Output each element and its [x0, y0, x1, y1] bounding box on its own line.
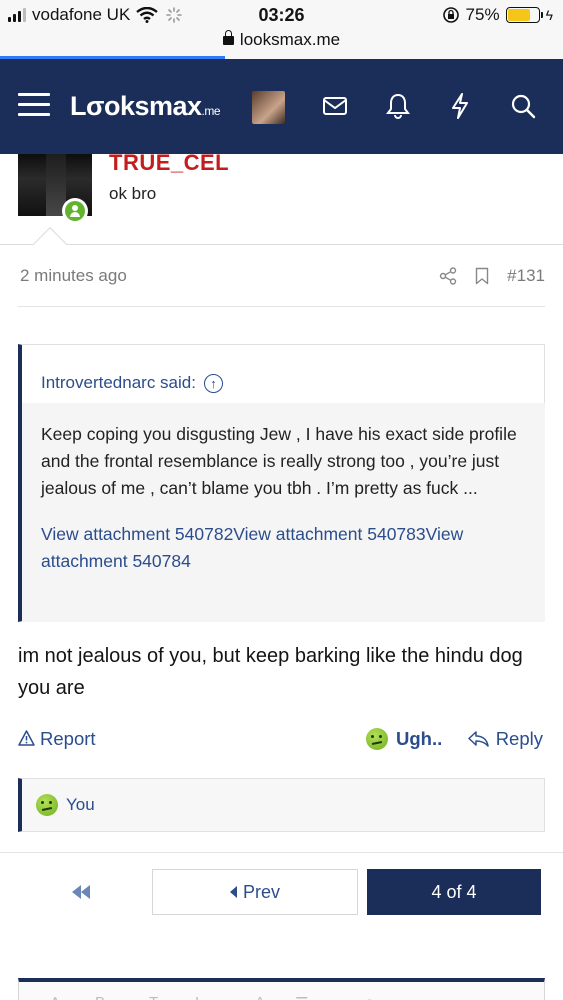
site-logo[interactable]: Lσoksmax.me	[70, 91, 221, 122]
editor-tool-icon[interactable]: ☰	[295, 994, 308, 1000]
menu-icon[interactable]	[18, 93, 50, 117]
arrow-up-circle-icon[interactable]: ↑	[203, 373, 223, 393]
footer-divider	[0, 852, 563, 853]
status-bar: vodafone UK 03:26 75% ϟ	[0, 0, 563, 32]
prev-label: Prev	[242, 881, 280, 902]
reaction-button[interactable]: Ugh..	[366, 728, 442, 750]
editor-tool-icon[interactable]: ⋀	[49, 994, 61, 1000]
online-status-icon	[62, 198, 88, 224]
reactions-list: You	[66, 795, 95, 814]
url-bar[interactable]: looksmax.me	[0, 30, 563, 56]
first-page-button[interactable]	[18, 869, 144, 915]
logo-suffix: .me	[201, 104, 221, 118]
reply-editor-toolbar[interactable]: ⋀ B T I A ☰ ◌ ▭	[18, 978, 545, 1000]
post-timestamp[interactable]: 2 minutes ago	[20, 266, 127, 286]
attachment-links[interactable]: View attachment 540782View attachment 54…	[41, 521, 525, 575]
quote-body: Keep coping you disgusting Jew , I have …	[22, 403, 545, 622]
flag-icon	[18, 730, 35, 746]
editor-tool-icon[interactable]: A	[255, 994, 265, 1000]
quote-author-text: Introvertednarc said:	[41, 373, 196, 392]
bookmark-icon[interactable]	[475, 267, 489, 285]
editor-tool-icon[interactable]: T	[149, 994, 158, 1000]
meta-divider	[18, 306, 545, 307]
bolt-icon[interactable]	[443, 89, 477, 123]
reaction-label: Ugh..	[396, 728, 443, 749]
lock-icon	[222, 30, 234, 45]
battery-percent: 75%	[465, 5, 500, 24]
chevron-left-icon	[229, 886, 237, 898]
battery-icon	[505, 7, 543, 23]
header-divider	[0, 244, 563, 245]
double-chevron-left-icon	[72, 885, 90, 899]
page-indicator[interactable]: 4 of 4	[367, 869, 541, 915]
search-icon[interactable]	[506, 89, 540, 123]
quote-text: Keep coping you disgusting Jew , I have …	[41, 424, 517, 498]
reply-arrow-icon	[467, 731, 489, 747]
editor-tool-icon[interactable]: ▭	[465, 994, 479, 1000]
editor-tool-icon[interactable]: B	[95, 994, 105, 1000]
post-meta: 2 minutes ago #131	[18, 266, 545, 288]
reply-button[interactable]: Reply	[467, 728, 543, 750]
reactions-bar[interactable]: You	[18, 778, 545, 832]
header-notch	[33, 227, 67, 261]
mail-icon[interactable]	[318, 89, 352, 123]
prev-page-button[interactable]: Prev	[152, 869, 358, 915]
report-button[interactable]: Report	[18, 728, 96, 750]
status-right: 75% ϟ	[442, 5, 553, 25]
share-icon[interactable]	[439, 267, 457, 285]
reply-label: Reply	[495, 728, 543, 749]
post-actions: Report Ugh.. Reply	[18, 726, 545, 756]
quote-block: Introvertednarc said: ↑ Keep coping you …	[18, 344, 545, 622]
ugh-emoji-icon	[36, 794, 58, 816]
poster-status-message: ok bro	[109, 184, 157, 203]
logo-text: Lσoksmax	[70, 91, 202, 121]
post-body: im not jealous of you, but keep barking …	[18, 645, 523, 699]
post-number[interactable]: #131	[507, 266, 545, 286]
editor-tool-icon[interactable]: ◌	[365, 994, 374, 1000]
ugh-emoji-icon	[366, 728, 388, 750]
editor-tool-icon[interactable]: I	[195, 994, 199, 1000]
charging-icon: ϟ	[545, 7, 553, 23]
quote-author[interactable]: Introvertednarc said: ↑	[22, 345, 544, 403]
site-navbar: Lσoksmax.me	[0, 59, 563, 154]
rotation-lock-icon	[442, 7, 459, 23]
report-label: Report	[40, 728, 96, 749]
url-text: looksmax.me	[239, 30, 341, 49]
user-avatar-button[interactable]	[252, 91, 285, 124]
bell-icon[interactable]	[381, 89, 415, 123]
poster-username[interactable]: TRUE_CEL	[109, 150, 229, 176]
